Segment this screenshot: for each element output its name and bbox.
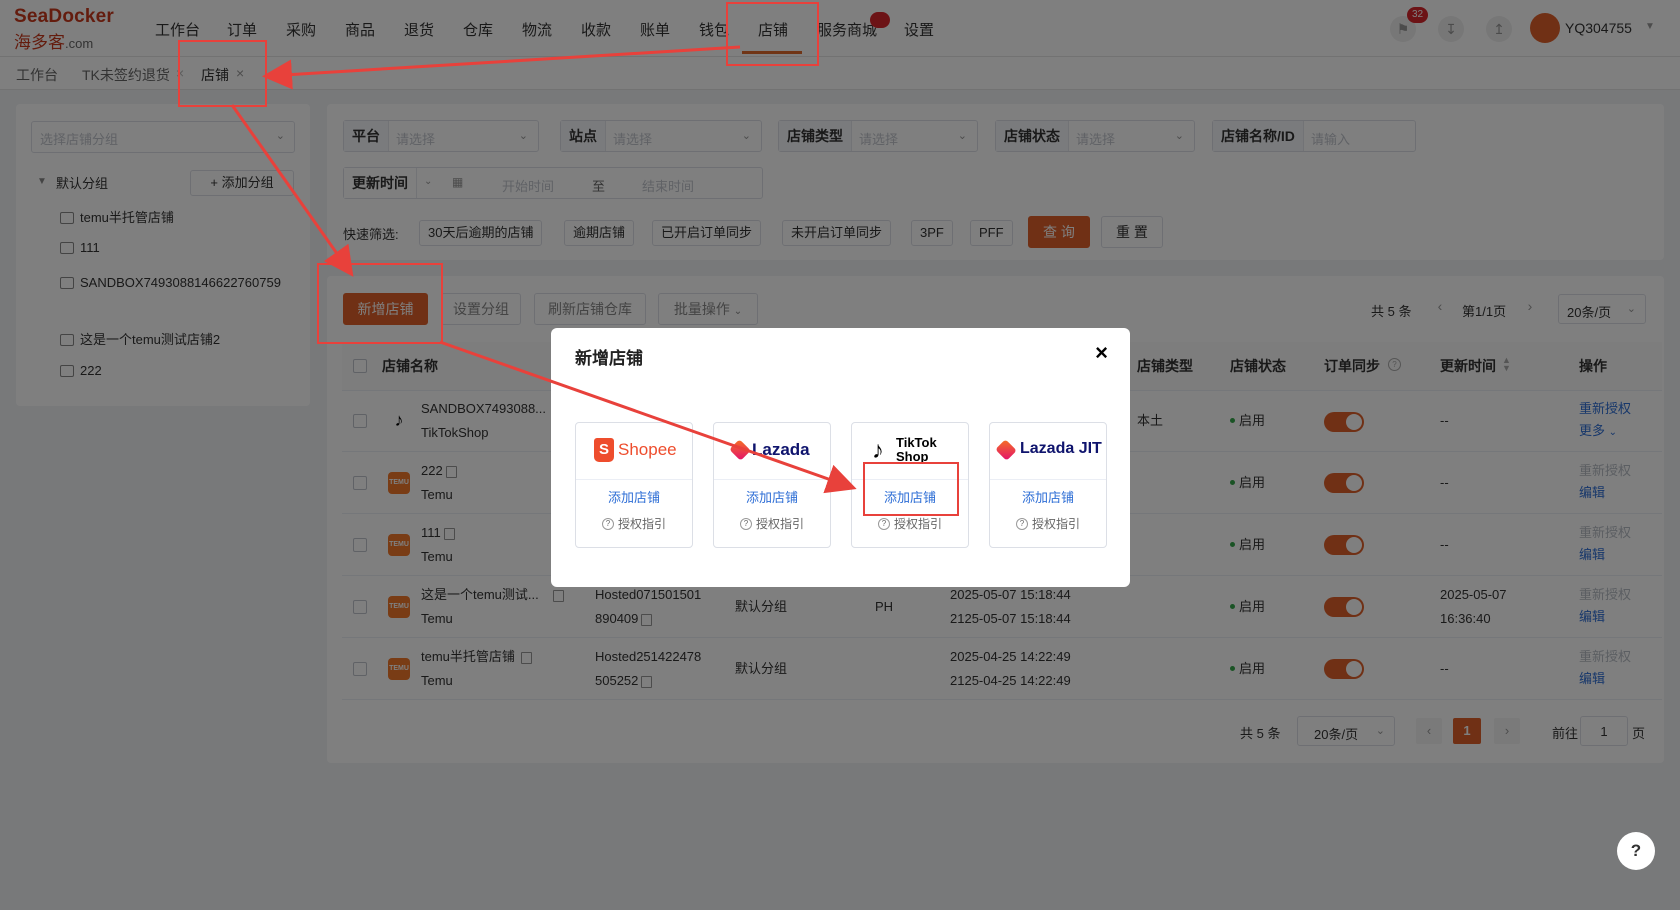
help-icon: ? xyxy=(739,517,752,530)
lazada-jit-logo: Lazada JIT xyxy=(990,423,1106,480)
add-store-link[interactable]: 添加店铺 xyxy=(576,487,692,506)
help-icon: ? xyxy=(1015,517,1028,530)
platform-card-lazada-jit[interactable]: Lazada JIT 添加店铺 ? 授权指引 xyxy=(989,422,1107,548)
lazada-heart-icon xyxy=(729,439,751,461)
platform-card-lazada[interactable]: Lazada 添加店铺 ? 授权指引 xyxy=(713,422,831,548)
add-store-modal: 新增店铺 × S Shopee 添加店铺 ? 授权指引 Lazada 添加店铺 ?… xyxy=(551,328,1130,587)
close-icon[interactable]: × xyxy=(1095,340,1108,366)
auth-guide-link[interactable]: ? 授权指引 xyxy=(990,515,1106,532)
annotation-box-tiktok-add xyxy=(863,462,959,516)
lazada-heart-icon xyxy=(995,439,1017,461)
annotation-box-tab-stores xyxy=(178,40,267,107)
tiktok-note-icon: ♪ xyxy=(872,437,884,464)
lazada-logo: Lazada xyxy=(714,423,830,480)
help-button[interactable]: ? xyxy=(1617,832,1655,870)
shopee-logo: S Shopee xyxy=(576,423,692,480)
auth-guide-link[interactable]: ? 授权指引 xyxy=(852,515,968,532)
platform-card-shopee[interactable]: S Shopee 添加店铺 ? 授权指引 xyxy=(575,422,693,548)
modal-title: 新增店铺 xyxy=(575,349,643,368)
help-icon: ? xyxy=(877,517,890,530)
add-store-link[interactable]: 添加店铺 xyxy=(990,487,1106,506)
annotation-box-nav-stores xyxy=(726,2,819,66)
annotation-box-add-store xyxy=(317,263,443,344)
auth-guide-link[interactable]: ? 授权指引 xyxy=(714,515,830,532)
auth-guide-link[interactable]: ? 授权指引 xyxy=(576,515,692,532)
add-store-link[interactable]: 添加店铺 xyxy=(714,487,830,506)
help-icon: ? xyxy=(601,517,614,530)
shopee-bag-icon: S xyxy=(594,438,614,462)
